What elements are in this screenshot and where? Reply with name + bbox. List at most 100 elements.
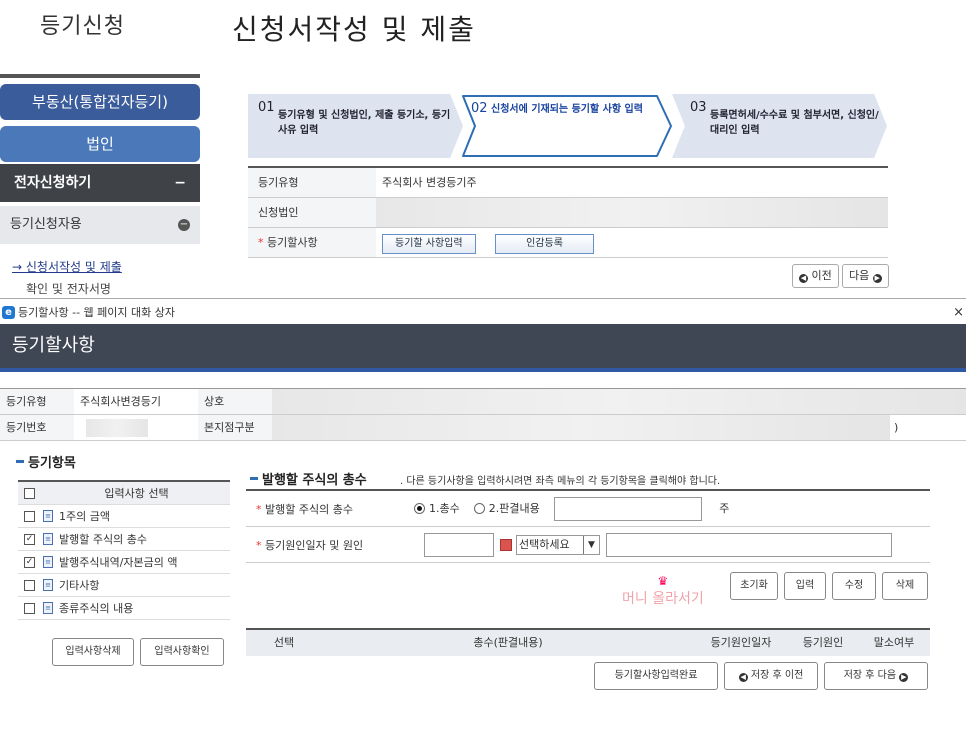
form-table: * 발행할 주식의 총수 1.총수 2.판결내용 주 * 등기원인일자 및 원인… xyxy=(246,489,930,563)
delete-button[interactable]: 삭제 xyxy=(882,572,928,600)
step-1: 01 등기유형 및 신청법인, 제출 등기소, 등기사유 입력 xyxy=(248,94,463,158)
step-number: 03 xyxy=(690,100,707,115)
grid-header: 등기원인 xyxy=(802,636,844,649)
edit-button[interactable]: 수정 xyxy=(832,572,876,600)
item-label[interactable]: 발행주식내역/자본금의 액 xyxy=(59,554,178,570)
grid-header: 말소여부 xyxy=(873,636,915,649)
total-shares-input[interactable] xyxy=(553,496,702,521)
dialog-accent-bar xyxy=(0,368,966,372)
items-group-title: 등기항목 xyxy=(16,452,76,471)
registration-type-value: 주식회사 변경등기주 xyxy=(382,176,477,189)
document-icon: ≡ xyxy=(43,579,53,591)
row-label: 신청법인 xyxy=(248,198,376,227)
list-item[interactable]: ✓ ≡ 발행할 주식의 총수 xyxy=(18,528,230,551)
save-next-button[interactable]: 저장 후 다음 ▶ xyxy=(824,662,928,690)
form-note: . 다른 등기사항을 입력하시려면 좌측 메뉴의 각 등기항목을 클릭해야 합니… xyxy=(400,476,721,487)
grid-header: 총수(판결내용) xyxy=(473,636,543,649)
row-label: 등기유형 xyxy=(248,168,376,197)
seal-register-button[interactable]: 인감등록 xyxy=(495,234,594,254)
step-number: 02 xyxy=(471,101,488,116)
next-button[interactable]: 다음 ▶ xyxy=(842,264,889,288)
corporation-info-table: 등기유형 주식회사변경등기 상호 등기번호 본지점구분 ) xyxy=(0,388,966,441)
cause-text-input[interactable] xyxy=(606,532,892,557)
result-grid-header: 선택 총수(판결내용) 등기원인일자 등기원인 말소여부 xyxy=(246,628,930,656)
close-icon[interactable]: × xyxy=(953,302,964,324)
step-label: 신청서에 기재되는 등기할 사항 입력 xyxy=(491,104,643,115)
section-title: 등기신청 xyxy=(40,14,125,39)
radio-judgment[interactable] xyxy=(473,502,485,514)
document-icon: ≡ xyxy=(43,556,53,568)
info-label: 등기번호 xyxy=(0,415,74,440)
step-3: 03 등록면허세/수수료 및 첨부서면, 신청인/대리인 입력 xyxy=(672,94,887,158)
confirm-items-button[interactable]: 입력사항확인 xyxy=(140,638,224,666)
item-checkbox[interactable] xyxy=(24,510,35,522)
input-items-button[interactable]: 등기할 사항입력 xyxy=(382,234,476,254)
dialog-heading: 등기할사항 xyxy=(0,324,966,368)
sidebar-link-sign[interactable]: 확인 및 전자서명 xyxy=(26,280,111,297)
chevron-left-icon: ◀ xyxy=(738,673,748,682)
grid-header: 선택 xyxy=(273,636,295,649)
calendar-icon[interactable] xyxy=(500,538,512,551)
list-item[interactable]: ✓ ≡ 발행주식내역/자본금의 액 xyxy=(18,551,230,574)
info-label: 상호 xyxy=(198,389,272,414)
item-checkbox[interactable] xyxy=(24,602,35,614)
step-label: 등기유형 및 신청법인, 제출 등기소, 등기사유 입력 xyxy=(278,110,451,136)
items-list: 입력사항 선택 ≡ 1주의 금액 ✓ ≡ 발행할 주식의 총수 ✓ ≡ 발행주식… xyxy=(18,480,230,620)
dialog-window-title: 등기할사항 -- 웹 페이지 대화 상자 xyxy=(18,306,175,319)
sidebar-realestate-button[interactable]: 부동산(통합전자등기) xyxy=(0,84,200,120)
document-icon: ≡ xyxy=(43,533,53,545)
item-checkbox[interactable] xyxy=(24,579,35,591)
ie-icon: e xyxy=(2,306,15,319)
sidebar-section-label: 전자신청하기 xyxy=(14,175,92,191)
cause-select[interactable]: 선택하세요 ▼ xyxy=(516,534,600,555)
item-checkbox[interactable]: ✓ xyxy=(24,556,35,568)
sidebar-link-write-submit[interactable]: → 신청서작성 및 제출 xyxy=(12,258,122,275)
item-label[interactable]: 종류주식의 내용 xyxy=(59,600,133,616)
save-prev-button[interactable]: ◀ 저장 후 이전 xyxy=(724,662,818,690)
list-item[interactable]: ≡ 기타사항 xyxy=(18,574,230,597)
corporation-value-redacted xyxy=(376,198,888,227)
radio-judgment-label: 2.판결내용 xyxy=(488,501,540,515)
prev-button[interactable]: ◀ 이전 xyxy=(792,264,839,288)
chevron-left-icon: ◀ xyxy=(799,274,808,283)
item-label[interactable]: 1주의 금액 xyxy=(59,508,110,524)
field-label: * 발행할 주식의 총수 xyxy=(256,502,353,516)
list-item[interactable]: ≡ 1주의 금액 xyxy=(18,505,230,528)
info-value: 주식회사변경등기 xyxy=(80,395,161,408)
info-label: 본지점구분 xyxy=(198,415,272,440)
info-label: 등기유형 xyxy=(0,389,74,414)
sidebar-divider xyxy=(0,74,200,78)
application-summary-table: 등기유형 주식회사 변경등기주 신청법인 * 등기할사항 등기할 사항입력 인감… xyxy=(248,166,888,258)
document-icon: ≡ xyxy=(43,510,53,522)
watermark: ♛ 머니 올라서기 xyxy=(622,574,704,607)
document-icon: ≡ xyxy=(43,602,53,614)
sidebar-sub-section[interactable]: 등기신청자용 − xyxy=(0,206,200,244)
dialog-titlebar: e 등기할사항 -- 웹 페이지 대화 상자 × xyxy=(0,302,966,324)
delete-items-button[interactable]: 입력사항삭제 xyxy=(52,638,134,666)
sidebar-sub-label: 등기신청자용 xyxy=(10,217,82,232)
collapse-icon[interactable]: − xyxy=(174,164,186,202)
item-label[interactable]: 기타사항 xyxy=(59,577,99,593)
regno-value-redacted xyxy=(86,419,148,437)
step-2: 02 신청서에 기재되는 등기할 사항 입력 xyxy=(461,94,671,158)
reset-button[interactable]: 초기화 xyxy=(730,572,778,600)
sidebar-corporation-button[interactable]: 법인 xyxy=(0,126,200,162)
list-item[interactable]: ≡ 종류주식의 내용 xyxy=(18,597,230,620)
item-checkbox[interactable]: ✓ xyxy=(24,533,35,545)
field-label: * 등기원인일자 및 원인 xyxy=(256,538,364,552)
form-title: 발행할 주식의 총수 xyxy=(250,469,367,488)
chevron-right-icon: ▶ xyxy=(872,274,882,283)
branch-tail: ) xyxy=(894,421,899,434)
radio-total-label: 1.총수 xyxy=(429,501,460,515)
complete-input-button[interactable]: 등기할사항입력완료 xyxy=(594,662,718,690)
select-all-checkbox[interactable] xyxy=(24,487,35,499)
radio-total[interactable] xyxy=(414,502,425,514)
cause-date-input[interactable] xyxy=(424,532,494,557)
sidebar-section-e-application[interactable]: 전자신청하기 − xyxy=(0,164,200,202)
item-label[interactable]: 발행할 주식의 총수 xyxy=(59,531,147,547)
chevron-right-icon: ▶ xyxy=(899,673,909,682)
add-button[interactable]: 입력 xyxy=(784,572,826,600)
minus-circle-icon[interactable]: − xyxy=(178,219,190,231)
branch-value-redacted xyxy=(272,415,890,440)
row-label: * 등기할사항 xyxy=(248,228,376,257)
